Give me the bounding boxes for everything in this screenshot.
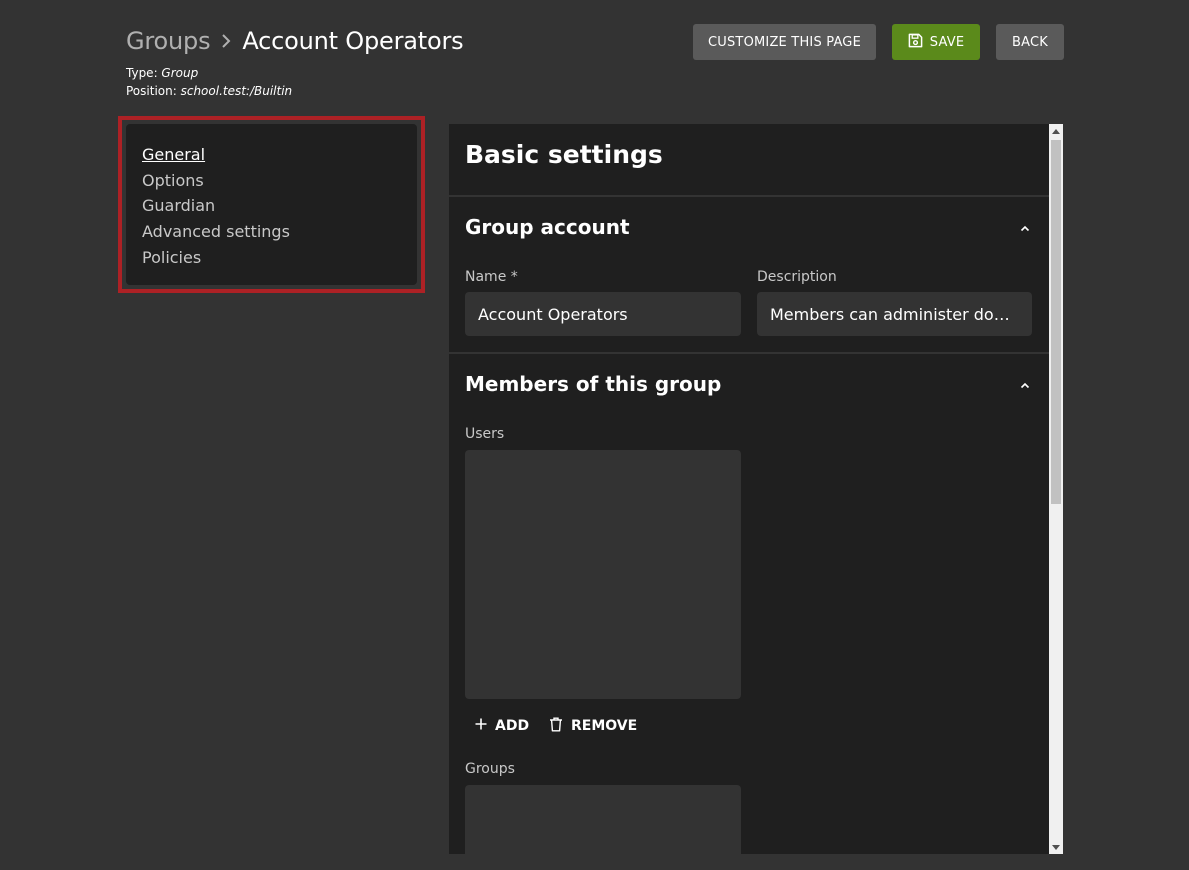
- position-line: Position: school.test:/Builtin: [126, 84, 293, 98]
- object-meta: Type: Group Position: school.test:/Built…: [126, 64, 292, 100]
- members-title: Members of this group: [465, 372, 722, 396]
- scroll-down-arrow-icon[interactable]: [1049, 840, 1063, 854]
- customize-page-button[interactable]: CUSTOMIZE THIS PAGE: [693, 24, 876, 60]
- save-label: SAVE: [929, 34, 965, 50]
- nav-item-options[interactable]: Options: [142, 168, 417, 194]
- breadcrumb-groups-link[interactable]: Groups: [126, 27, 211, 55]
- tab-navigation: General Options Guardian Advanced settin…: [126, 124, 417, 285]
- type-line: Type: Group: [126, 66, 199, 80]
- scroll-up-arrow-icon[interactable]: [1049, 124, 1063, 138]
- remove-label: REMOVE: [571, 718, 638, 734]
- page-title: Account Operators: [242, 27, 464, 55]
- page: Groups Account Operators Type: Group Pos…: [0, 0, 1189, 870]
- breadcrumb: Groups Account Operators: [126, 24, 464, 58]
- save-icon: [908, 33, 923, 52]
- divider: [449, 352, 1049, 354]
- users-label: Users: [465, 426, 505, 442]
- position-label: Position: [126, 84, 173, 98]
- save-button[interactable]: SAVE: [892, 24, 980, 60]
- divider: [449, 195, 1049, 197]
- add-users-button[interactable]: ADD: [471, 712, 533, 740]
- groups-label: Groups: [465, 761, 515, 777]
- position-value: school.test:/Builtin: [180, 84, 293, 98]
- name-label: Name *: [465, 269, 518, 285]
- add-label: ADD: [495, 718, 530, 734]
- basic-settings-panel: Basic settings Group account Name * Desc…: [449, 124, 1049, 854]
- name-input[interactable]: [465, 292, 741, 336]
- panel-title: Basic settings: [465, 140, 663, 169]
- scroll-thumb[interactable]: [1051, 140, 1061, 504]
- trash-icon: [549, 717, 563, 736]
- nav-item-general[interactable]: General: [142, 142, 417, 168]
- panel-scrollbar[interactable]: [1049, 124, 1063, 854]
- type-label: Type: [126, 66, 154, 80]
- back-label: BACK: [1012, 34, 1048, 50]
- chevron-up-icon[interactable]: [1017, 220, 1033, 236]
- remove-users-button[interactable]: REMOVE: [545, 712, 641, 740]
- users-listbox[interactable]: [465, 450, 741, 699]
- back-button[interactable]: BACK: [996, 24, 1064, 60]
- type-value: Group: [161, 66, 199, 80]
- description-input[interactable]: [757, 292, 1032, 336]
- chevron-right-icon: [218, 33, 234, 49]
- chevron-up-icon[interactable]: [1017, 377, 1033, 393]
- customize-page-label: CUSTOMIZE THIS PAGE: [707, 34, 861, 50]
- groups-listbox[interactable]: [465, 785, 741, 854]
- nav-item-guardian[interactable]: Guardian: [142, 193, 417, 219]
- group-account-title: Group account: [465, 215, 630, 239]
- plus-icon: [475, 718, 487, 734]
- description-label: Description: [757, 269, 837, 285]
- nav-item-advanced-settings[interactable]: Advanced settings: [142, 219, 417, 245]
- nav-item-policies[interactable]: Policies: [142, 245, 417, 271]
